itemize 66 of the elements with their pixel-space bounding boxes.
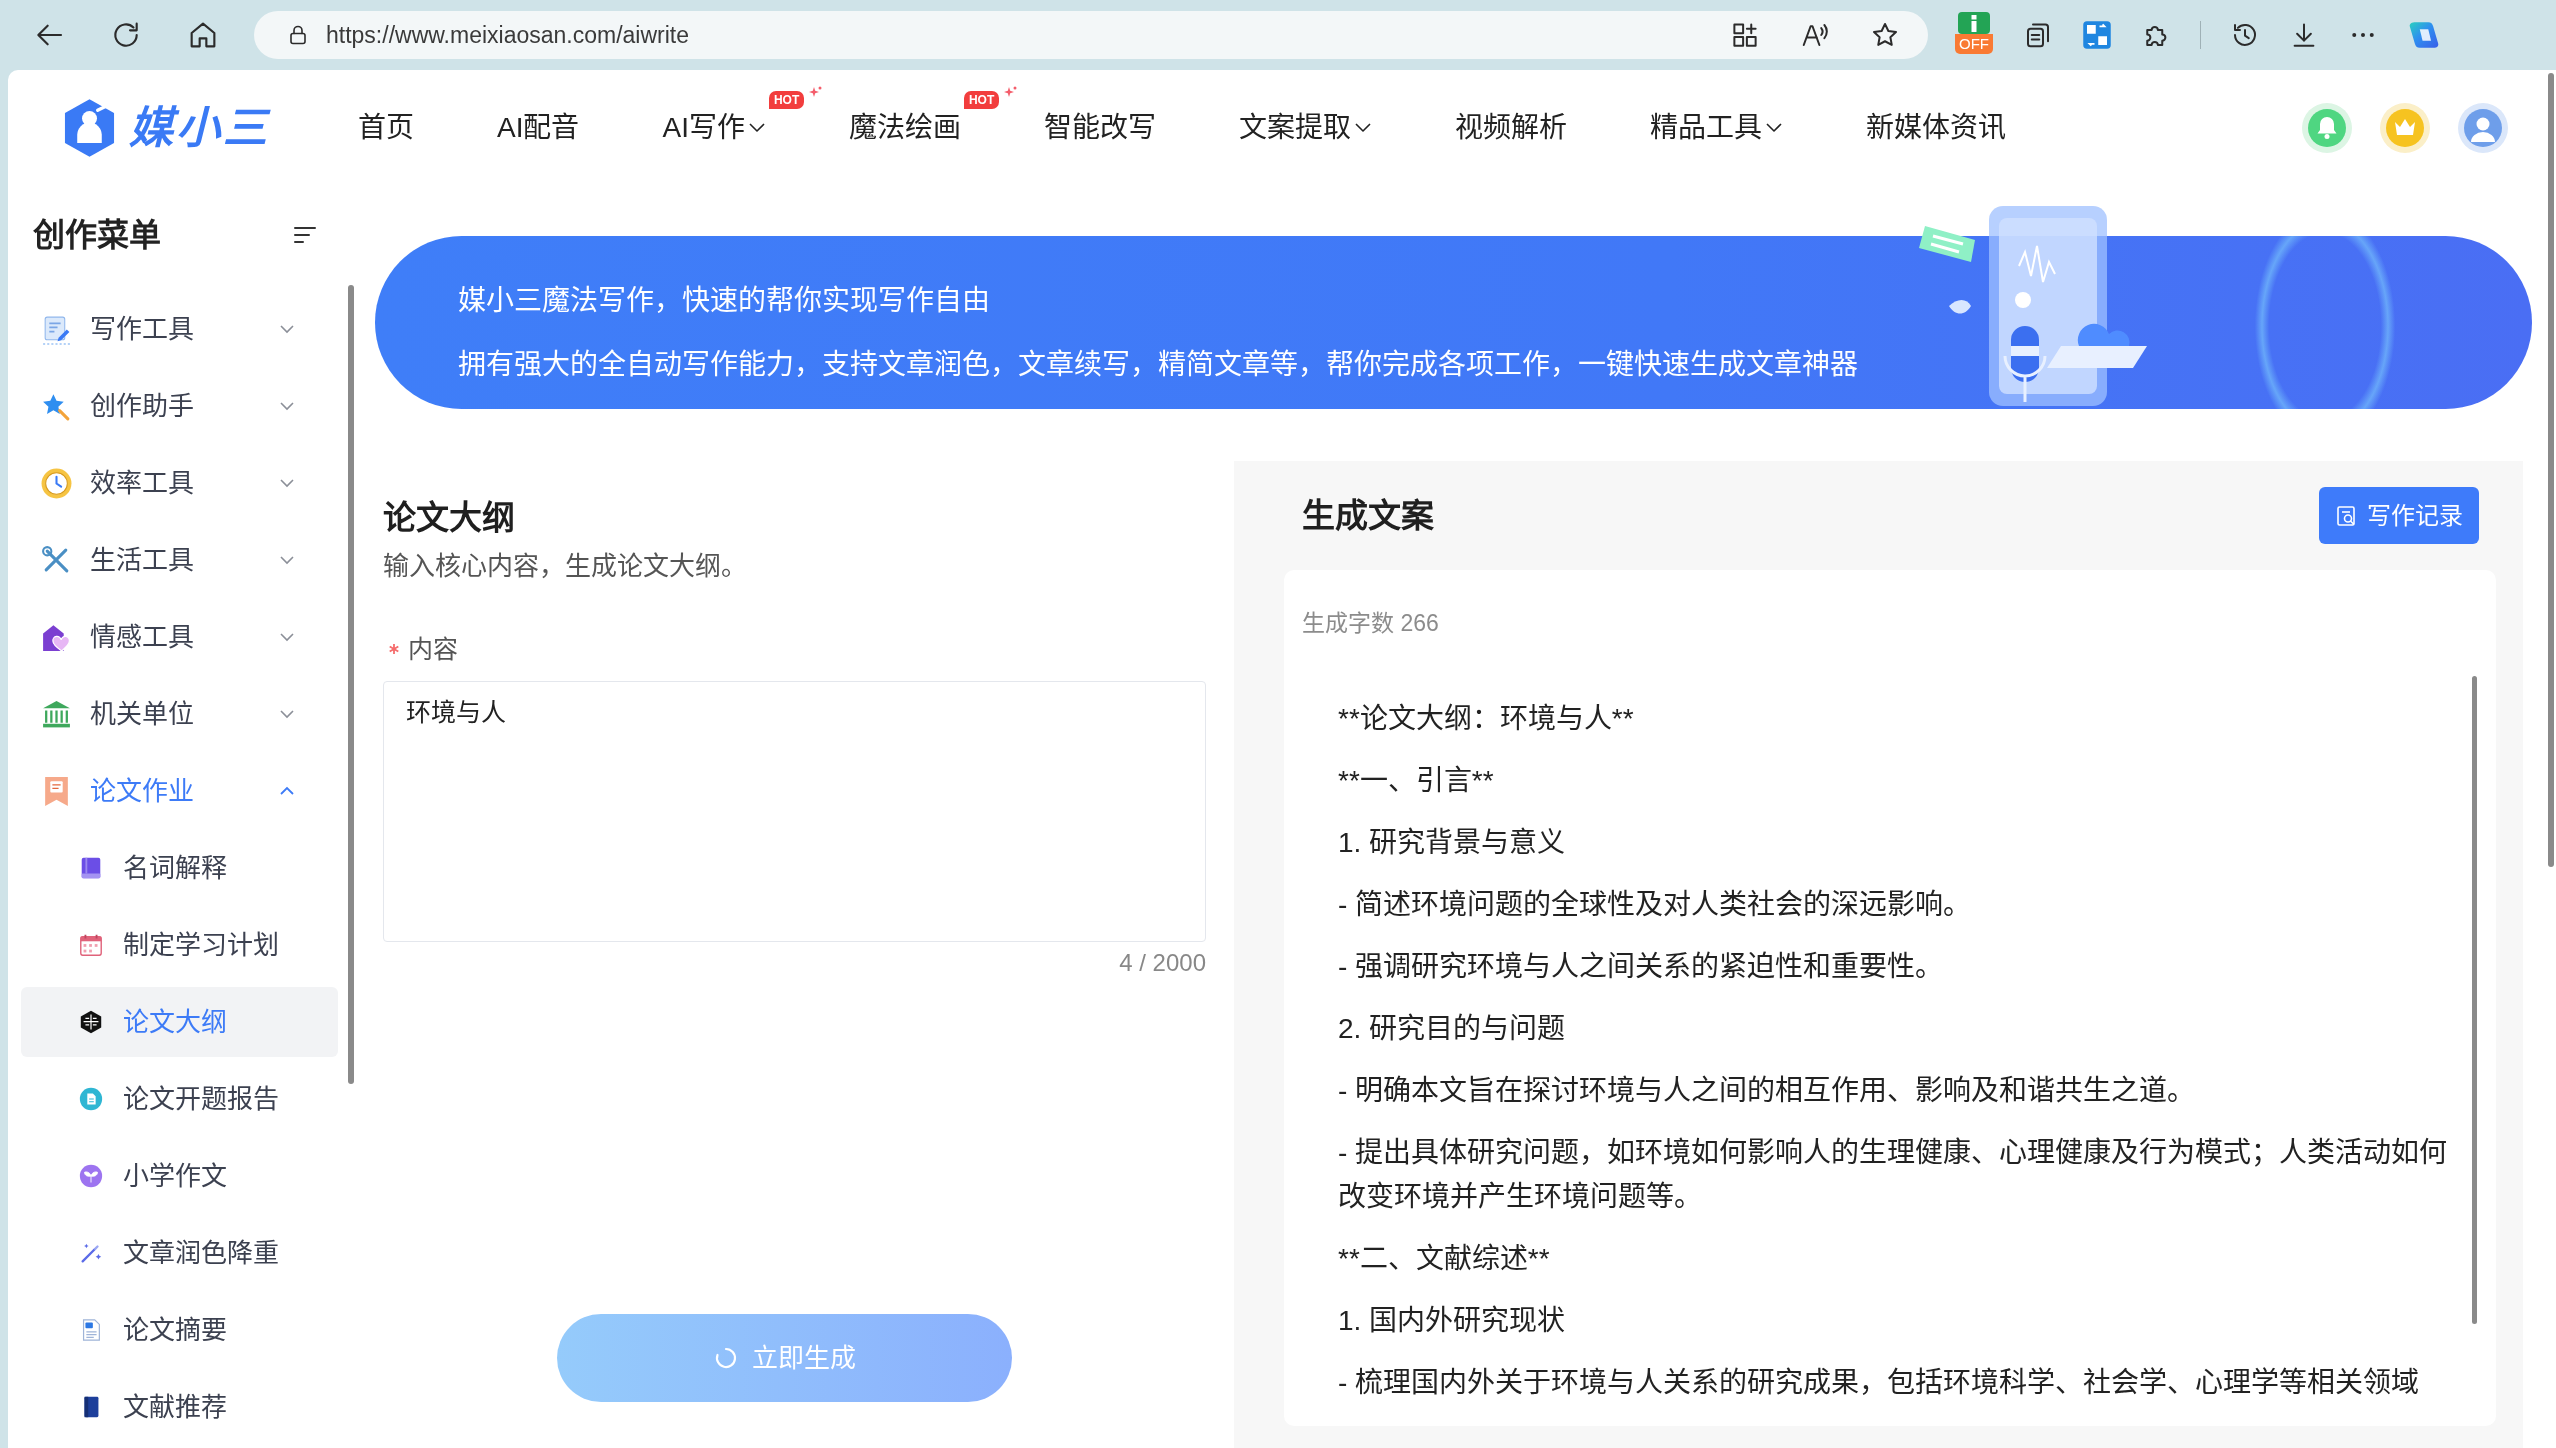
document-circle-icon [78,1086,104,1112]
outline-line: - 提出具体研究问题，如环境如何影响人的生理健康、心理健康及行为模式；人类活动如何改变环境并产生环境问题等。 [1338,1136,2449,1214]
nav-link[interactable]: 魔法绘画 [848,109,961,146]
sidebar-item[interactable]: 创作助手 [21,371,338,441]
outline-line: 1. 研究背景与意义 [1338,826,1567,860]
sidebar-subitem[interactable]: 名词解释 [21,833,338,903]
hexagon-logo-icon[interactable] [62,97,117,158]
sidebar-subitem[interactable]: 制定学习计划 [21,910,338,980]
form-subtitle: 输入核心内容，生成论文大纲。 [383,550,748,583]
sidebar-item[interactable]: 效率工具 [21,448,338,518]
sidebar-item[interactable]: 写作工具 [21,294,338,364]
clock-icon [40,466,73,500]
swap-tile-icon[interactable] [2082,20,2112,50]
url-text: https://www.meixiaosan.com/aiwrite [326,21,689,50]
sidebar-subitem[interactable]: 论文摘要 [21,1295,338,1365]
spinner-icon [713,1346,738,1370]
nav-link[interactable]: AI写作 [662,109,766,146]
word-count: 生成字数 266 [1302,609,1440,638]
sidebar-subitem[interactable]: 文献推荐 [21,1372,338,1442]
app-grid-icon[interactable] [1730,20,1760,50]
hot-badge: HOT [963,90,1000,109]
sidebar-item[interactable]: 生活工具 [21,525,338,595]
calendar-icon [78,932,104,958]
content-input[interactable]: 环境与人 [383,681,1206,942]
outline-line: - 梳理国内外关于环境与人关系的研究成果，包括环境科学、社会学、心理学等相关领域 [1338,1366,2421,1400]
sidebar-item[interactable]: 情感工具 [21,602,338,672]
sidebar-subitem[interactable]: 文章润色降重 [21,1218,338,1288]
avatar-icon[interactable] [2458,102,2508,153]
sidebar-subitem[interactable]: 论文开题报告 [21,1064,338,1134]
character-counter: 4 / 2000 [1118,948,1206,978]
logo-wordmark[interactable]: 媒小三 [129,102,270,153]
info-tile-icon[interactable] [1958,12,1990,34]
sidebar-title: 创作菜单 [33,216,161,255]
outline-line: **论文大纲：环境与人** [1338,702,1635,736]
hot-badge: HOT [768,90,805,109]
scrollbar-thumb[interactable] [348,285,354,1084]
field-label: 内容 [408,634,458,665]
sidebar-item[interactable]: 论文作业 [21,756,338,826]
outline-line: **一、引言** [1338,764,1495,798]
outline-line: 2. 研究目的与问题 [1338,1012,1567,1046]
outline-line: - 明确本文旨在探讨环境与人之间的相互作用、影响及和谐共生之道。 [1338,1074,2197,1108]
outline-line: - 简述环境问题的全球性及对人类社会的深远影响。 [1338,888,1973,922]
outline-line: 1. 国内外研究现状 [1338,1304,1567,1338]
sidebar-subitem[interactable]: 论文大纲 [21,987,338,1057]
nav-link[interactable]: 文案提取 [1238,109,1372,146]
outline-line: - 强调研究环境与人之间关系的紧迫性和重要性。 [1338,950,1945,984]
nav-link[interactable]: 精品工具 [1649,109,1783,146]
nav-link[interactable]: 首页 [358,109,414,146]
banner-text: 拥有强大的全自动写作能力，支持文章润色，文章续写，精简文章等，帮你完成各项工作，一键快速生成文章神器 [458,348,1859,382]
sidebar-item[interactable]: 机关单位 [21,679,338,749]
nav-link[interactable]: AI配音 [497,109,580,146]
scrollbar-thumb[interactable] [2548,73,2554,867]
nav-link[interactable]: 新媒体资讯 [1865,109,2006,146]
hexagon-badge-icon [78,1009,104,1035]
nav-link[interactable]: 视频解析 [1454,109,1567,146]
banner-title: 媒小三魔法写作，快速的帮你实现写作自由 [458,284,991,318]
off-badge: OFF [1955,34,1993,54]
address-bar[interactable]: https://www.meixiaosan.com/aiwrite [254,11,1928,59]
sprout-icon [78,1163,104,1189]
outline-line: **二、文献综述** [1338,1242,1551,1276]
form-title: 论文大纲 [383,498,516,538]
output-title: 生成文案 [1302,495,1434,536]
sidebar-subitem[interactable]: 小学作文 [21,1141,338,1211]
history-button[interactable]: 写作记录 [2319,487,2479,544]
nav-link[interactable]: 智能改写 [1043,109,1156,146]
scrollbar-thumb[interactable] [2472,676,2477,1324]
